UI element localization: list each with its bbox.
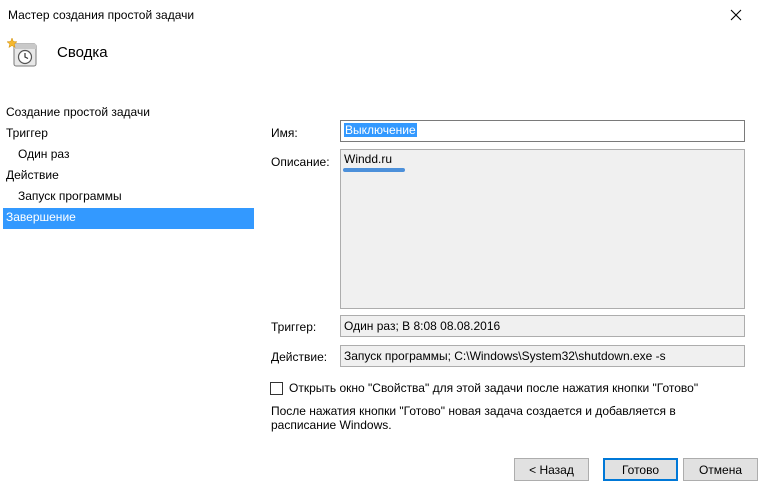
- page-title: Сводка: [57, 44, 108, 61]
- trigger-value: Один раз; В 8:08 08.08.2016: [344, 319, 501, 333]
- step-create-task[interactable]: Создание простой задачи: [0, 103, 254, 124]
- open-properties-checkbox[interactable]: [270, 381, 283, 395]
- cancel-button[interactable]: Отмена: [683, 458, 758, 481]
- name-field[interactable]: Выключение: [340, 120, 745, 142]
- wizard-steps: Создание простой задачи Триггер Один раз…: [0, 103, 254, 229]
- trigger-label: Триггер:: [271, 320, 317, 334]
- wizard-header: Сводка: [0, 30, 759, 80]
- open-properties-label[interactable]: Открыть окно "Свойства" для этой задачи …: [289, 381, 698, 395]
- close-button[interactable]: [713, 0, 759, 30]
- task-scheduler-icon: [6, 37, 37, 67]
- close-icon: [730, 9, 742, 21]
- action-label: Действие:: [271, 350, 328, 364]
- open-properties-option[interactable]: Открыть окно "Свойства" для этой задачи …: [270, 381, 698, 395]
- trigger-field: Один раз; В 8:08 08.08.2016: [340, 315, 745, 337]
- highlight-underline: [343, 168, 405, 172]
- name-value: Выключение: [344, 123, 417, 137]
- back-button[interactable]: < Назад: [514, 458, 589, 481]
- step-once[interactable]: Один раз: [0, 145, 254, 166]
- step-action[interactable]: Действие: [0, 166, 254, 187]
- step-trigger[interactable]: Триггер: [0, 124, 254, 145]
- finish-note: После нажатия кнопки "Готово" новая зада…: [271, 404, 676, 432]
- action-value: Запуск программы; C:\Windows\System32\sh…: [344, 349, 666, 363]
- description-value: Windd.ru: [344, 152, 393, 166]
- window-title: Мастер создания простой задачи: [8, 8, 195, 22]
- description-label: Описание:: [271, 155, 330, 169]
- title-bar: Мастер создания простой задачи: [0, 0, 759, 30]
- name-label: Имя:: [271, 126, 298, 140]
- step-finish[interactable]: Завершение: [3, 208, 254, 229]
- finish-button[interactable]: Готово: [603, 458, 678, 481]
- step-start-program[interactable]: Запуск программы: [0, 187, 254, 208]
- action-field: Запуск программы; C:\Windows\System32\sh…: [340, 345, 745, 367]
- description-field[interactable]: Windd.ru: [340, 149, 745, 309]
